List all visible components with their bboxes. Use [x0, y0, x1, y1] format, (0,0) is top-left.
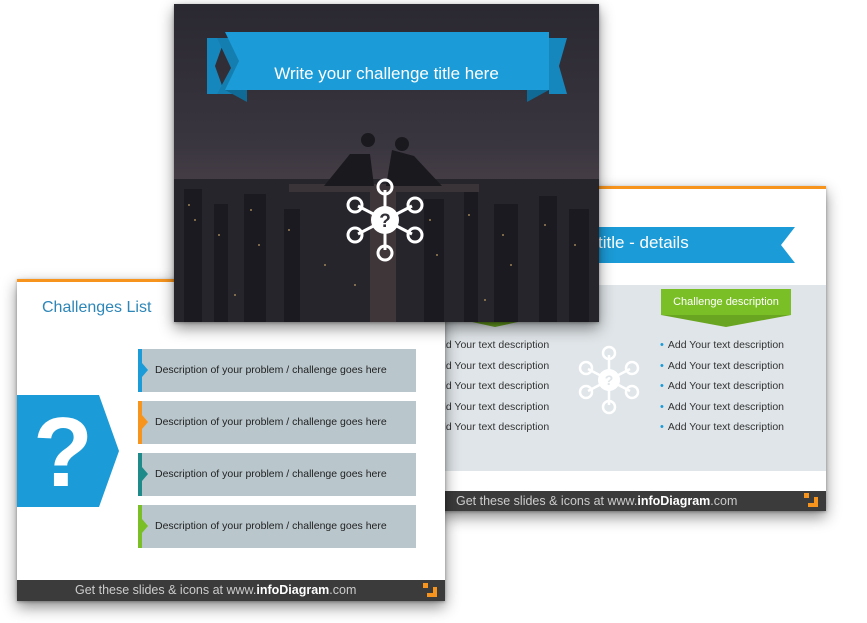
challenge-text: Description of your problem / challenge …: [155, 416, 387, 428]
corner-logo-icon: [423, 583, 437, 597]
challenge-row[interactable]: Description of your problem / challenge …: [138, 505, 416, 548]
row-pointer: [142, 467, 148, 481]
description-list-left: dd Your text description dd Your text de…: [440, 335, 549, 438]
list-item: Add Your text description: [660, 335, 784, 356]
svg-text:?: ?: [379, 211, 391, 232]
slide-challenge-title[interactable]: Write your challenge title here ?: [174, 4, 599, 322]
challenge-text: Description of your problem / challenge …: [155, 364, 387, 376]
challenge-row[interactable]: Description of your problem / challenge …: [138, 401, 416, 444]
footer-text: Get these slides & icons at www.infoDiag…: [75, 583, 357, 597]
question-mark-icon: ?: [33, 397, 93, 507]
challenge-row[interactable]: Description of your problem / challenge …: [138, 453, 416, 496]
challenge-title: Write your challenge title here: [274, 64, 499, 83]
challenge-text: Description of your problem / challenge …: [155, 520, 387, 532]
row-pointer: [142, 415, 148, 429]
slide-footer: Get these slides & icons at www.infoDiag…: [17, 580, 445, 601]
list-item: dd Your text description: [440, 400, 550, 413]
network-question-icon: ?: [578, 345, 640, 415]
slide-footer: Get these slides & icons at www.infoDiag…: [440, 491, 826, 511]
challenge-rows: Description of your problem / challenge …: [138, 349, 416, 557]
challenge-description-header: Challenge description: [661, 289, 791, 315]
list-item: Add Your text description: [660, 397, 784, 418]
svg-text:?: ?: [605, 372, 614, 388]
network-question-icon: ?: [346, 178, 424, 262]
list-item: Add Your text description: [660, 417, 784, 438]
footer-text: Get these slides & icons at www.infoDiag…: [456, 494, 738, 508]
row-pointer: [142, 519, 148, 533]
list-item: Add Your text description: [660, 376, 784, 397]
list-item: dd Your text description: [440, 339, 550, 351]
slide-challenges-list[interactable]: Challenges List ? Description of your pr…: [17, 279, 445, 601]
corner-logo-icon: [804, 493, 818, 507]
row-pointer: [142, 363, 148, 377]
list-item: dd Your text description: [440, 380, 550, 393]
column-arrow-right: [661, 315, 791, 327]
description-list-right: Add Your text description Add Your text …: [660, 335, 784, 438]
challenge-text: Description of your problem / challenge …: [155, 468, 387, 480]
list-item: dd Your text description: [440, 359, 550, 372]
challenge-row[interactable]: Description of your problem / challenge …: [138, 349, 416, 392]
slide-title: Challenges List: [42, 299, 152, 316]
list-item: Add Your text description: [660, 356, 784, 377]
list-item: dd Your text description: [440, 421, 550, 434]
details-title: title - details: [598, 233, 689, 252]
